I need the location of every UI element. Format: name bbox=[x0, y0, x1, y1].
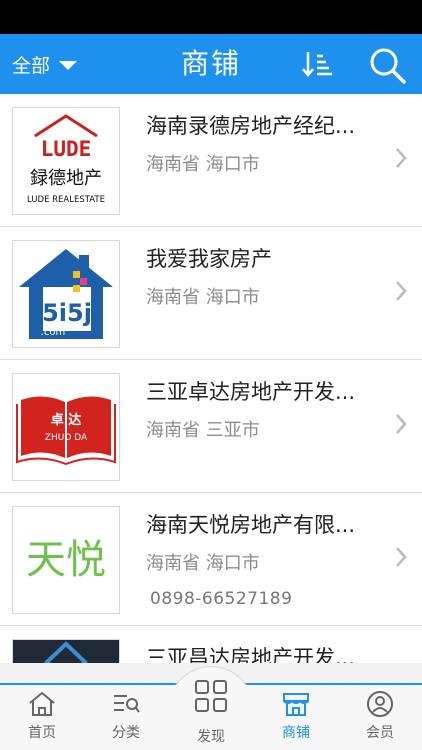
shop-phone[interactable]: 0898-66527189 bbox=[150, 589, 292, 609]
shop-name: 我爱我家房产 bbox=[146, 247, 272, 271]
tab-member[interactable]: 会员 bbox=[338, 690, 422, 750]
logo-en-text: .com bbox=[41, 327, 66, 338]
logo-text: LUDE bbox=[41, 137, 92, 161]
logo-text: 卓 达 bbox=[51, 412, 82, 428]
tab-label: 发现 bbox=[197, 729, 225, 745]
shop-name: 三亚卓达房地产开发... bbox=[146, 380, 356, 404]
chevron-right-icon bbox=[396, 281, 407, 301]
category-icon bbox=[114, 695, 140, 713]
tab-home[interactable]: 首页 bbox=[0, 690, 84, 750]
shop-name: 三亚昌达房地产开发... bbox=[146, 646, 356, 663]
chevron-right-icon bbox=[396, 148, 407, 168]
shop-row[interactable]: 天悦 海南天悦房地产有限... 海南省 海口市 0898-66527189 bbox=[0, 493, 422, 626]
chevron-right-icon bbox=[396, 547, 407, 567]
shop-logo-tianyue: 天悦 bbox=[12, 506, 120, 614]
logo-cn-text: 録德地产 bbox=[30, 168, 102, 189]
shop-location: 海南省 海口市 bbox=[146, 287, 260, 308]
shop-row[interactable]: 三亚昌达房地产开发... bbox=[0, 626, 422, 663]
shop-name: 海南录德房地产经纪... bbox=[146, 114, 356, 138]
user-icon bbox=[367, 691, 393, 717]
tab-category[interactable]: 分类 bbox=[84, 690, 168, 750]
app-header: 全部 商铺 bbox=[0, 34, 422, 94]
shop-list[interactable]: LUDE 録德地产 LUDE REALESTATE 海南录德房地产经纪... 海… bbox=[0, 94, 422, 663]
shop-name: 海南天悦房地产有限... bbox=[146, 513, 356, 537]
logo-cn-text: 天悦 bbox=[26, 537, 106, 583]
logo-text: 5i5j bbox=[42, 299, 92, 327]
shop-location: 海南省 海口市 bbox=[146, 553, 260, 574]
shop-location: 海南省 海口市 bbox=[146, 154, 260, 175]
grid-icon bbox=[195, 680, 227, 712]
shop-location: 海南省 三亚市 bbox=[146, 420, 260, 441]
logo-en-text: LUDE REALESTATE bbox=[27, 195, 105, 205]
tab-label: 分类 bbox=[112, 725, 140, 741]
shop-row[interactable]: 5i5j .com 我爱我家房产 海南省 海口市 bbox=[0, 227, 422, 360]
sort-icon[interactable] bbox=[300, 48, 336, 80]
home-icon bbox=[29, 691, 55, 716]
shop-logo-changda bbox=[12, 639, 120, 663]
tab-label: 商铺 bbox=[282, 725, 310, 741]
shop-row[interactable]: 卓 达 ZHUO DA 三亚卓达房地产开发... 海南省 三亚市 bbox=[0, 360, 422, 493]
tab-label: 首页 bbox=[28, 725, 56, 741]
shop-icon bbox=[283, 693, 309, 716]
shop-logo-lude: LUDE 録德地产 LUDE REALESTATE bbox=[12, 107, 120, 215]
page-title: 商铺 bbox=[180, 47, 241, 80]
search-icon[interactable] bbox=[366, 44, 408, 86]
tab-discover[interactable]: 发现 bbox=[169, 678, 253, 745]
logo-en-text: ZHUO DA bbox=[45, 433, 88, 443]
tab-label: 会员 bbox=[366, 725, 394, 741]
status-bar bbox=[0, 0, 422, 34]
tab-shop[interactable]: 商铺 bbox=[254, 690, 338, 750]
shop-logo-5i5j: 5i5j .com bbox=[12, 240, 120, 348]
shop-logo-zhuoda: 卓 达 ZHUO DA bbox=[12, 373, 120, 481]
chevron-right-icon bbox=[396, 414, 407, 434]
shop-row[interactable]: LUDE 録德地产 LUDE REALESTATE 海南录德房地产经纪... 海… bbox=[0, 94, 422, 227]
